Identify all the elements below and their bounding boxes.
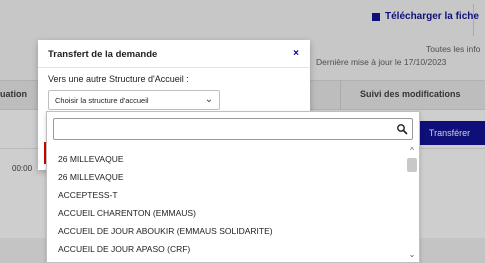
structure-field-label: Vers une autre Structure d'Accueil :	[48, 74, 189, 84]
dropdown-list: 26 MILLEVAQUE 26 MILLEVAQUE ACCEPTESS-T …	[47, 150, 405, 263]
dropdown-scrollbar[interactable]: ^ ⌄	[405, 146, 419, 263]
dropdown-search	[53, 118, 413, 140]
dialog-header: Transfert de la demande ×	[38, 40, 310, 68]
structure-dropdown: 26 MILLEVAQUE 26 MILLEVAQUE ACCEPTESS-T …	[46, 111, 420, 263]
list-item[interactable]: 26 MILLEVAQUE	[58, 172, 124, 182]
list-item[interactable]: ACCUEIL CHARENTON (EMMAUS)	[58, 208, 196, 218]
search-icon[interactable]	[396, 123, 408, 135]
search-input[interactable]	[58, 121, 388, 137]
list-item[interactable]: ACCUEIL DE JOUR ABOUKIR (EMMAUS SOLIDARI…	[58, 226, 273, 236]
scrollbar-thumb[interactable]	[407, 158, 417, 172]
chevron-down-icon: ⌄	[204, 94, 214, 105]
structure-select-value: Choisir la structure d'accueil	[55, 96, 149, 105]
scroll-down-icon[interactable]: ⌄	[407, 250, 417, 260]
scroll-up-icon[interactable]: ^	[407, 146, 417, 156]
list-item[interactable]: 26 MILLEVAQUE	[58, 154, 124, 164]
dialog-title: Transfert de la demande	[48, 49, 158, 60]
list-item[interactable]: ACCUEIL DE JOUR APASO (CRF)	[58, 244, 190, 254]
list-item[interactable]: ACCEPTESS-T	[58, 190, 118, 200]
close-icon[interactable]: ×	[290, 48, 302, 60]
structure-select[interactable]: Choisir la structure d'accueil ⌄	[48, 90, 220, 110]
